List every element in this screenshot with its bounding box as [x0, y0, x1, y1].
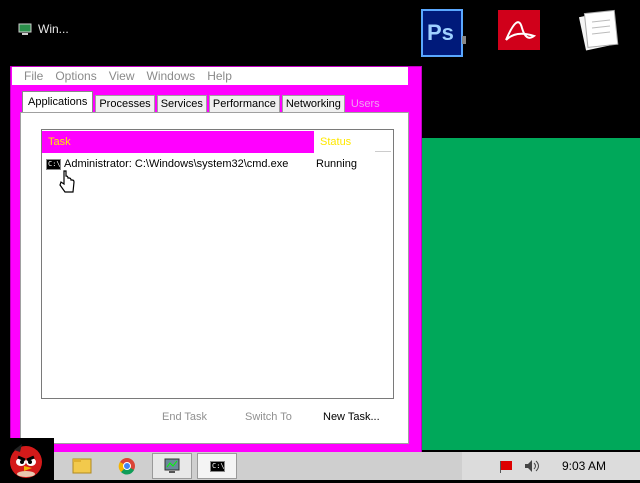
tab-processes[interactable]: Processes [95, 95, 155, 112]
svg-text:Ps: Ps [427, 20, 454, 45]
column-header-task[interactable]: Task [42, 131, 314, 153]
cmd-taskbar-button[interactable]: C:\ [197, 453, 237, 479]
cmd-icon: C:\ [46, 158, 61, 170]
cursor-icon [58, 170, 76, 199]
new-task-button[interactable]: New Task... [323, 408, 380, 426]
tab-applications[interactable]: Applications [22, 91, 94, 112]
menu-options[interactable]: Options [49, 69, 102, 83]
speaker-icon[interactable] [523, 458, 541, 477]
switch-to-button[interactable]: Switch To [245, 408, 292, 426]
menu-view[interactable]: View [103, 69, 141, 83]
tab-services[interactable]: Services [156, 95, 207, 112]
desktop-background [420, 138, 640, 450]
header-divider [375, 151, 391, 152]
tab-performance[interactable]: Performance [208, 95, 280, 112]
computer-icon [18, 23, 32, 35]
tab-users[interactable]: Users [347, 95, 384, 112]
explorer-icon[interactable] [62, 453, 102, 479]
photoshop-icon[interactable]: Ps [420, 8, 468, 57]
row-status: Running [316, 158, 357, 170]
window-title-text: Win... [38, 22, 69, 36]
row-task: Administrator: C:\Windows\system32\cmd.e… [64, 158, 289, 170]
acrobat-icon[interactable] [496, 8, 542, 54]
chrome-icon[interactable] [107, 453, 147, 479]
table-row[interactable]: C:\ Administrator: C:\Windows\system32\c… [46, 156, 390, 172]
menu-help[interactable]: Help [201, 69, 238, 83]
clock[interactable]: 9:03 AM [562, 459, 606, 473]
system-tray [462, 452, 640, 480]
document-icon[interactable] [576, 8, 622, 54]
menu-file[interactable]: File [12, 69, 49, 83]
angry-birds-icon[interactable] [0, 438, 54, 480]
menu-bar: File Options View Windows Help [12, 67, 408, 85]
column-header-status[interactable]: Status [314, 131, 392, 153]
task-manager-icon[interactable] [152, 453, 192, 479]
menu-windows[interactable]: Windows [141, 69, 202, 83]
tab-networking[interactable]: Networking [281, 95, 345, 112]
list-header: Task Status [42, 131, 392, 153]
cmd-icon: C:\ [210, 461, 225, 472]
flag-icon[interactable] [499, 459, 513, 476]
window-title[interactable]: Win... [18, 22, 69, 36]
tab-strip: Applications Processes Services Performa… [22, 91, 386, 112]
end-task-button[interactable]: End Task [162, 408, 207, 426]
